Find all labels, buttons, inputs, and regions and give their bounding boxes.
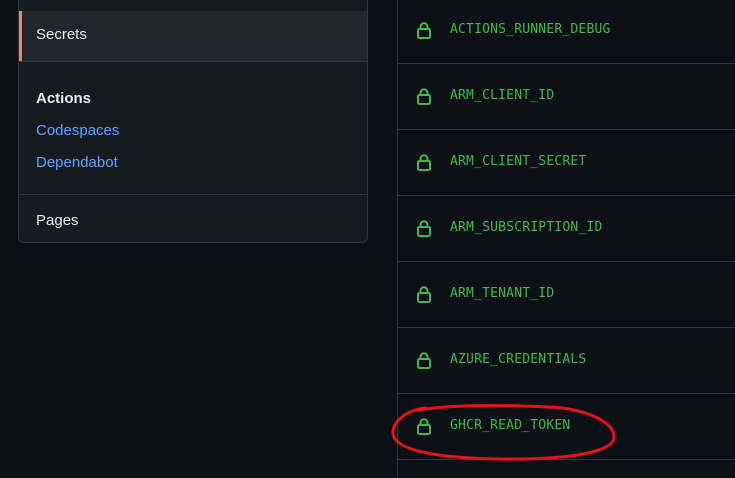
secret-row[interactable]: ARM_SUBSCRIPTION_ID [398,196,735,262]
secret-row[interactable]: AZURE_CREDENTIALS [398,328,735,394]
sidebar-link-codespaces[interactable]: Codespaces [36,122,119,139]
secret-row[interactable]: ARM_TENANT_ID [398,262,735,328]
secret-name: ARM_SUBSCRIPTION_ID [450,220,603,235]
sidebar-link-dependabot[interactable]: Dependabot [36,154,118,171]
settings-sidebar: Secrets Actions Codespaces Dependabot Pa… [18,0,368,243]
lock-icon [417,418,431,435]
secret-row[interactable]: ARM_CLIENT_SECRET [398,130,735,196]
secret-row[interactable]: ACTIONS_RUNNER_DEBUG [398,0,735,64]
settings-page: Secrets Actions Codespaces Dependabot Pa… [0,0,735,478]
lock-icon [417,88,431,105]
lock-icon [417,154,431,171]
secret-name: ARM_CLIENT_SECRET [450,154,587,169]
lock-icon [417,22,431,39]
active-indicator [19,11,22,61]
secret-row[interactable]: GHCR_READ_TOKEN [398,394,735,460]
secrets-list: ACTIONS_RUNNER_DEBUG ARM_CLIENT_ID ARM_C… [397,0,735,478]
lock-icon [417,352,431,369]
secret-row[interactable]: ARM_CLIENT_ID [398,64,735,130]
lock-icon [417,286,431,303]
sidebar-divider [19,194,367,195]
sidebar-item-pages[interactable]: Pages [36,212,79,229]
secret-name: ACTIONS_RUNNER_DEBUG [450,22,611,37]
secret-name: ARM_TENANT_ID [450,286,555,301]
sidebar-item-label: Secrets [36,26,87,43]
secret-name: GHCR_READ_TOKEN [450,418,571,433]
sidebar-item-secrets[interactable]: Secrets [19,11,367,62]
sidebar-section-heading: Actions [36,90,92,107]
secret-name: ARM_CLIENT_ID [450,88,555,103]
lock-icon [417,220,431,237]
secret-name: AZURE_CREDENTIALS [450,352,587,367]
